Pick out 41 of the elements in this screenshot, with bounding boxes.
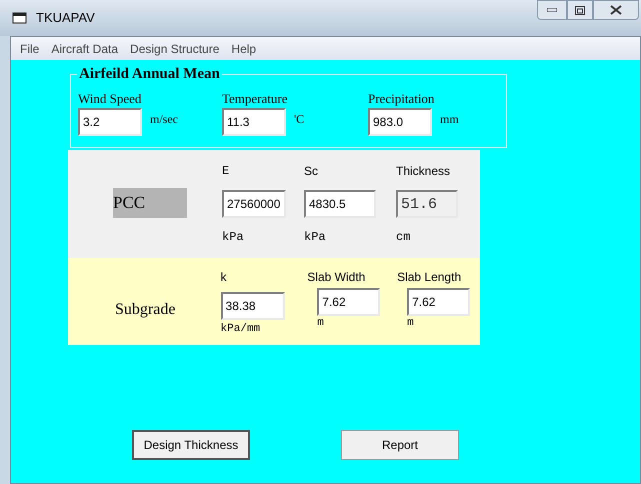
action-button[interactable]: Report xyxy=(341,430,459,460)
unit-label: kPa/mm xyxy=(220,322,262,336)
window-icon xyxy=(12,11,28,25)
input-field[interactable]: 983.0 xyxy=(368,108,432,136)
menu-item[interactable]: Help xyxy=(226,40,262,58)
field-label: Sc xyxy=(304,163,320,180)
field-label: Slab Length xyxy=(397,269,462,286)
action-button[interactable]: Design Thickness xyxy=(132,430,250,460)
field-label: Temperature xyxy=(222,91,288,106)
menu-item[interactable]: Design Structure xyxy=(125,40,224,58)
input-field[interactable]: 27560000 xyxy=(222,190,286,218)
input-field[interactable]: 51.6 xyxy=(396,190,458,218)
unit-label: cm xyxy=(396,229,412,246)
field-label: Thickness xyxy=(396,163,452,180)
maximize-button[interactable] xyxy=(567,0,593,20)
minimize-icon xyxy=(547,8,557,12)
input-field[interactable]: 11.3 xyxy=(222,108,286,136)
close-button[interactable] xyxy=(593,0,639,20)
unit-label: 'C xyxy=(294,111,304,128)
field-label: E xyxy=(222,163,230,180)
unit-label: mm xyxy=(440,111,459,128)
unit-label: m/sec xyxy=(150,111,178,128)
unit-label: kPa xyxy=(304,229,327,246)
maximize-icon xyxy=(575,6,585,14)
field-label: Wind Speed xyxy=(78,91,142,106)
menu-item[interactable]: Aircraft Data xyxy=(46,40,124,58)
input-field[interactable]: 38.38 xyxy=(220,292,285,320)
unit-label: m xyxy=(316,316,325,330)
input-field[interactable]: 7.62 xyxy=(317,288,380,316)
section-label: PCC xyxy=(113,188,187,218)
menu-item[interactable]: File xyxy=(15,40,44,58)
input-field[interactable]: 3.2 xyxy=(78,108,142,136)
close-icon xyxy=(610,5,622,15)
unit-label: kPa xyxy=(222,229,245,246)
input-field[interactable]: 4830.5 xyxy=(304,190,376,218)
unit-label: m xyxy=(406,316,415,330)
minimize-button[interactable] xyxy=(537,0,567,20)
section-label: Subgrade xyxy=(115,300,176,320)
field-label: Precipitation xyxy=(368,91,436,106)
input-field[interactable]: 7.62 xyxy=(407,288,470,316)
window-title: TKUAPAV xyxy=(36,9,95,28)
